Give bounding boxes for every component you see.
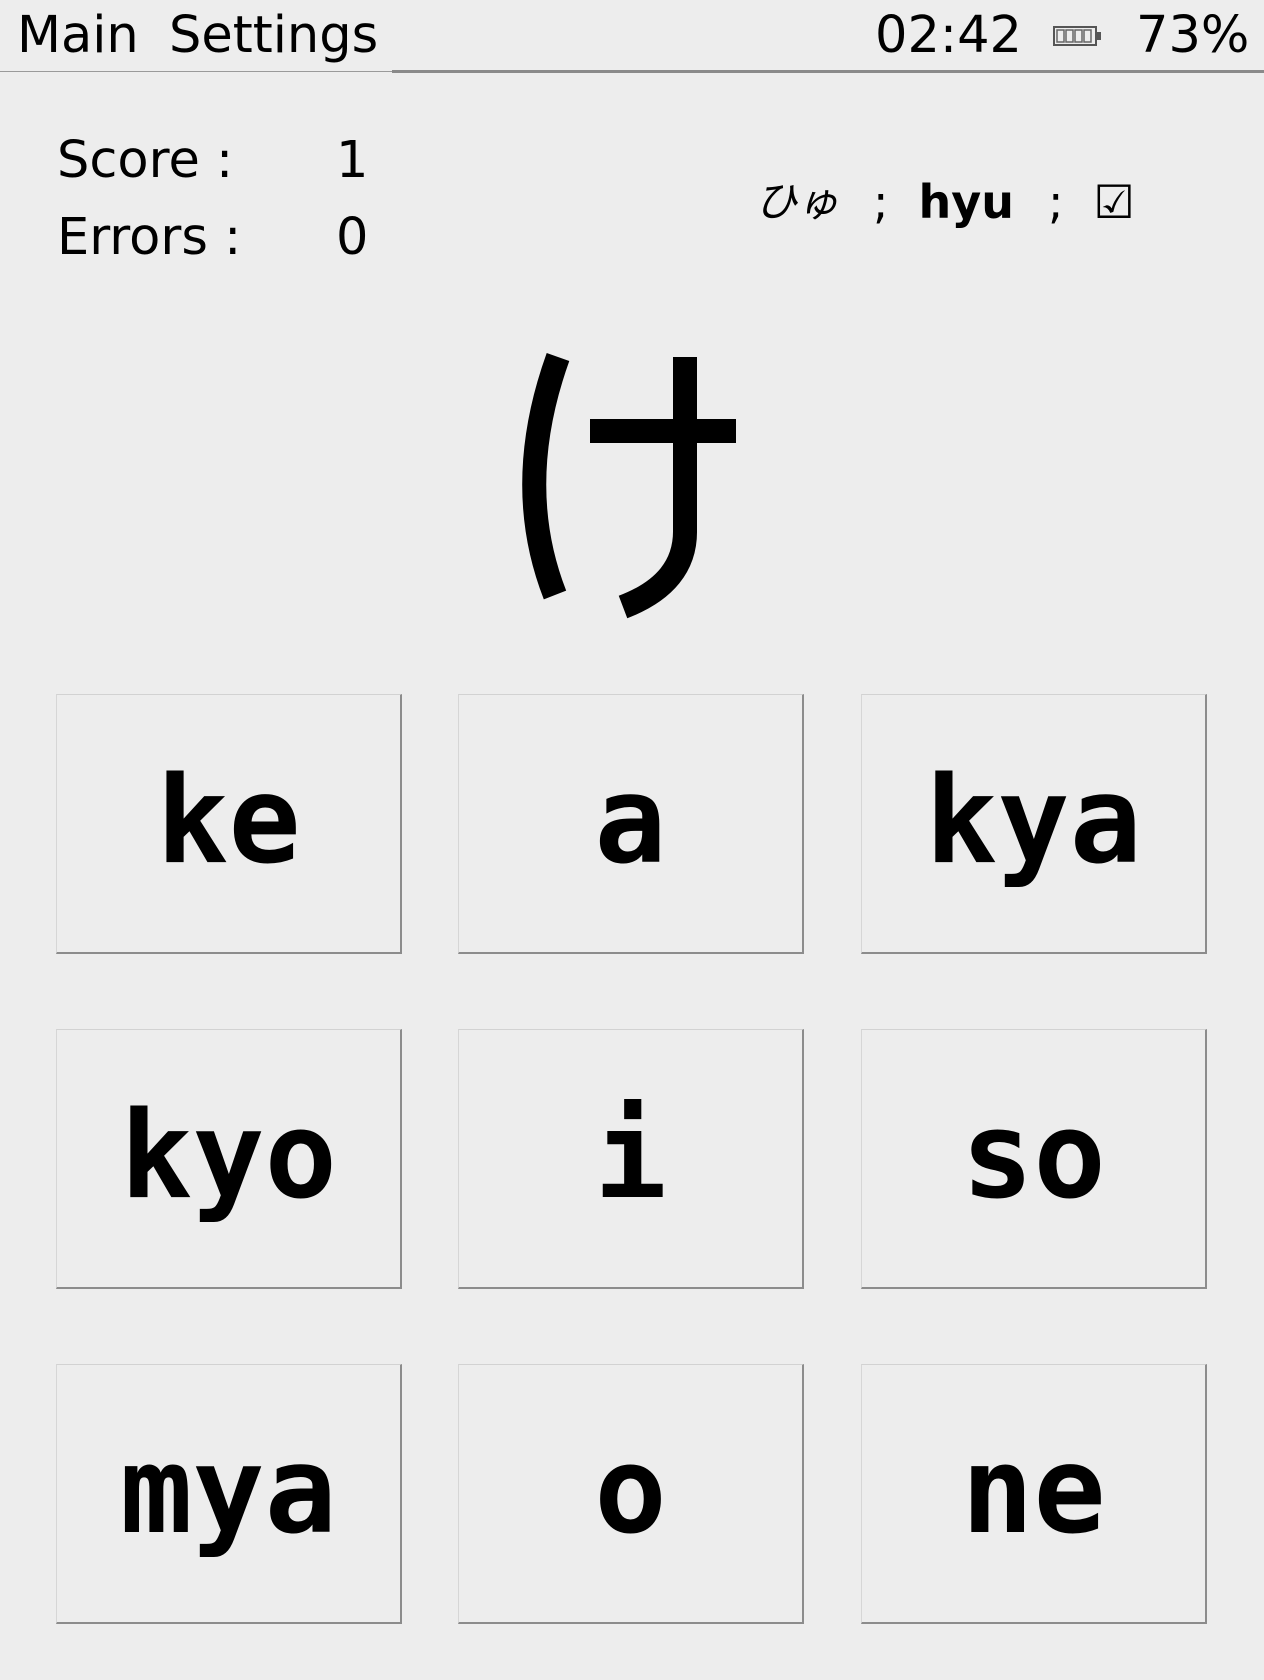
- answer-button-kyo[interactable]: kyo: [56, 1029, 402, 1289]
- battery-percent: 73%: [1136, 6, 1250, 65]
- answer-button-ke[interactable]: ke: [56, 694, 402, 954]
- battery-icon: [1053, 26, 1101, 46]
- score-value: 1: [336, 131, 369, 190]
- last-answer-kana: ひゅ: [755, 177, 840, 226]
- top-bar: Main Settings 02:42 73%: [0, 0, 1264, 73]
- errors-label: Errors :: [57, 208, 242, 267]
- answer-button-ne[interactable]: ne: [861, 1364, 1207, 1624]
- errors-value: 0: [336, 208, 369, 267]
- last-answer-separator: ;: [873, 175, 889, 229]
- question-kana: け: [522, 352, 736, 619]
- clock: 02:42: [875, 6, 1022, 65]
- menu-settings[interactable]: Settings: [169, 8, 378, 64]
- answer-button-so[interactable]: so: [861, 1029, 1207, 1289]
- answer-button-kya[interactable]: kya: [861, 694, 1207, 954]
- check-icon: ☑: [1093, 175, 1135, 229]
- header-divider-right: [392, 70, 1264, 73]
- header-divider-left: [0, 71, 392, 72]
- last-answer-separator-2: ;: [1048, 175, 1064, 229]
- answer-button-a[interactable]: a: [458, 694, 804, 954]
- answer-button-o[interactable]: o: [458, 1364, 804, 1624]
- answer-button-mya[interactable]: mya: [56, 1364, 402, 1624]
- last-answer-romaji: hyu: [918, 175, 1014, 229]
- last-answer: ひゅ ; hyu ; ☑: [755, 172, 1135, 232]
- score-label: Score :: [57, 131, 234, 190]
- answer-button-i[interactable]: i: [458, 1029, 804, 1289]
- menu-main[interactable]: Main: [17, 8, 139, 64]
